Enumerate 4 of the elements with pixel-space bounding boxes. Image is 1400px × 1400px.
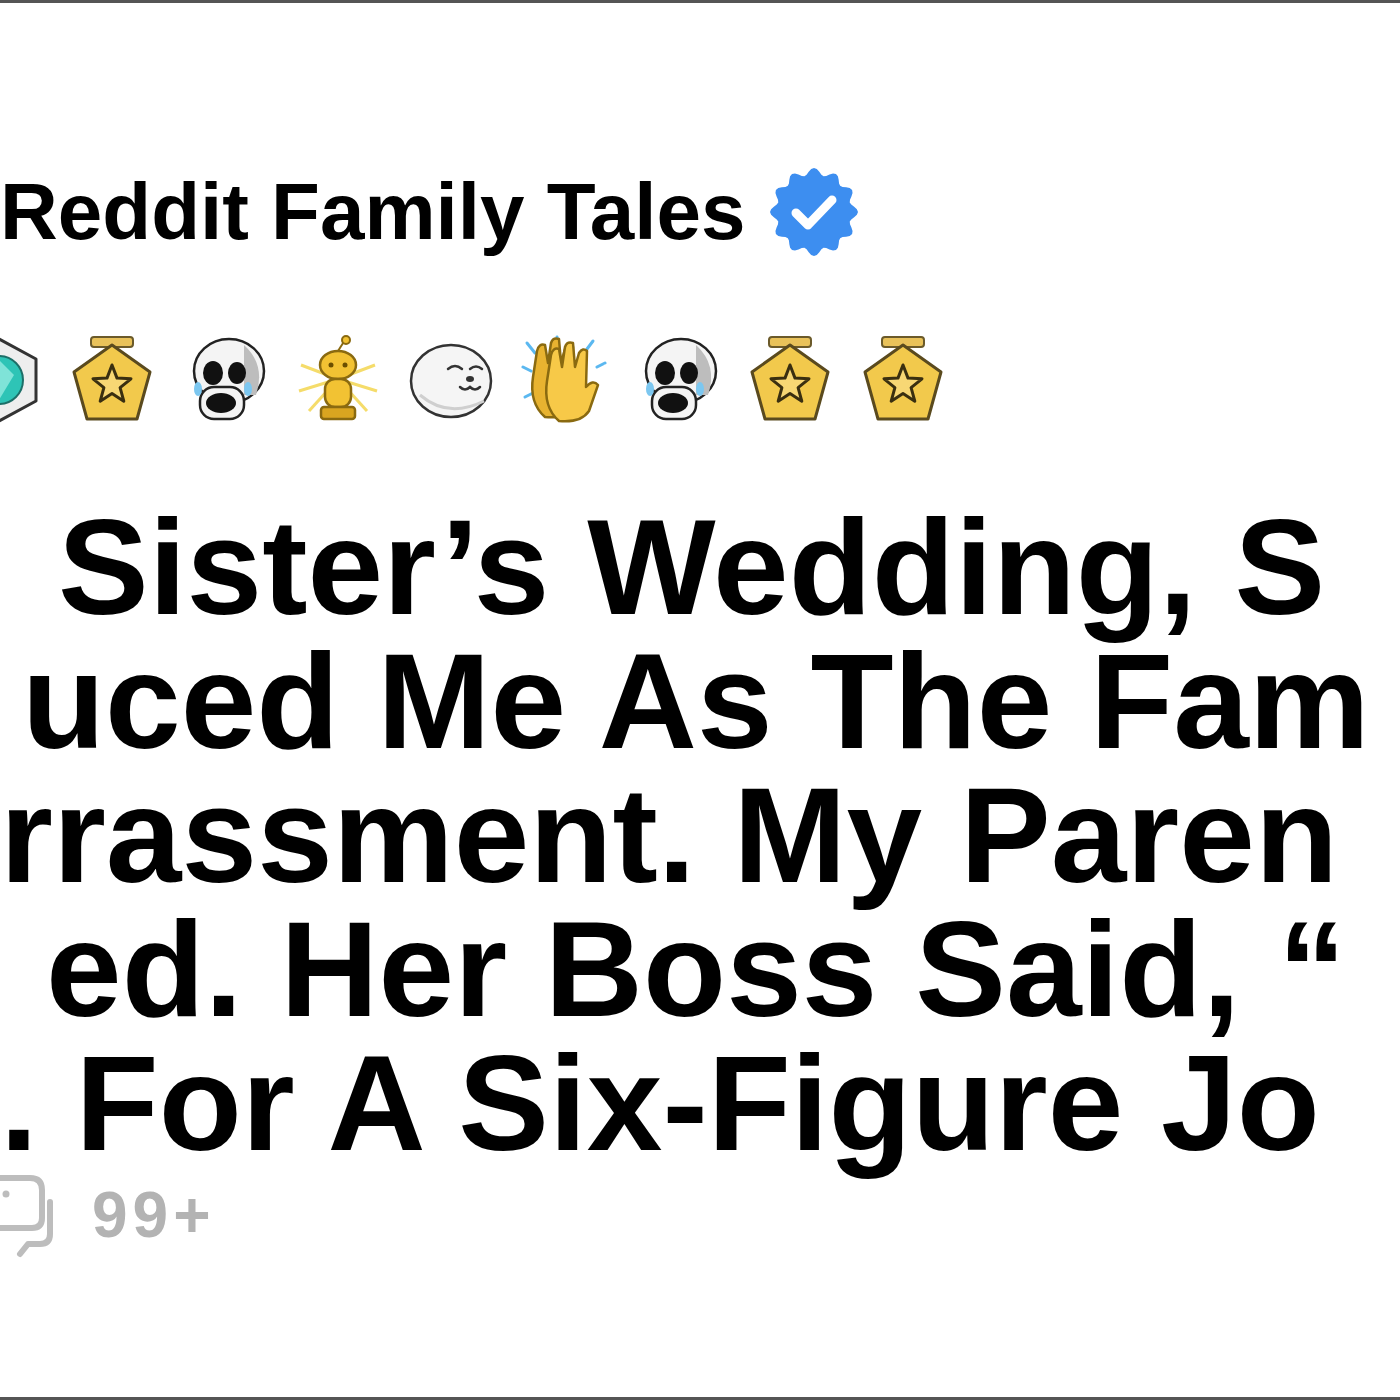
post-title: Sister’s Wedding, S uced Me As The Fam rrassment. My Paren ed. Her Boss Said, “ . For A Six-Figure Jo — [0, 490, 1371, 1181]
comment-count: 99+ — [92, 1183, 216, 1247]
comment-icon — [0, 1172, 54, 1258]
clapping-hands-icon — [521, 335, 607, 425]
